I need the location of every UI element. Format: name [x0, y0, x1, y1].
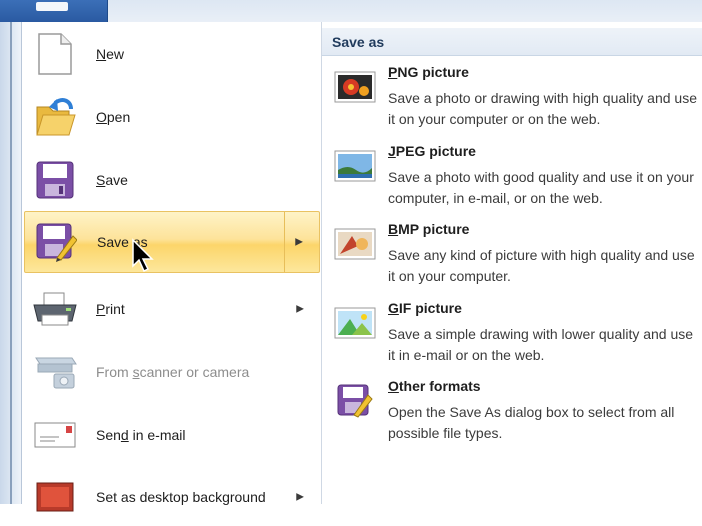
printer-icon [32, 286, 78, 332]
submenu-item-png[interactable]: PNG picture Save a photo or drawing with… [322, 64, 702, 140]
submenu-item-other-formats[interactable]: Other formats Open the Save As dialog bo… [322, 378, 702, 454]
menu-item-label: Save [96, 172, 128, 188]
menu-item-label: New [96, 46, 125, 62]
submenu-item-title: PNG picture [388, 64, 469, 80]
submenu-item-description: Save any kind of picture with high quali… [388, 247, 695, 284]
app-menu-icon [36, 2, 68, 11]
submenu-item-description: Save a simple drawing with lower quality… [388, 326, 694, 363]
submenu-item-description: Save a photo with good quality and use i… [388, 169, 694, 206]
application-menu: New Open Save Save as ▶ Print ▶ From sca… [22, 22, 322, 512]
submenu-item-title: BMP picture [388, 221, 470, 237]
open-folder-icon [32, 94, 78, 140]
email-icon [32, 412, 78, 458]
new-document-icon [32, 31, 78, 77]
application-menu-button[interactable] [0, 0, 108, 22]
menu-item-label: Send in e-mail [96, 427, 186, 443]
png-picture-icon [334, 70, 376, 104]
menu-item-label: Open [96, 109, 131, 125]
submenu-item-title: GIF picture [388, 300, 462, 316]
submenu-item-description: Open the Save As dialog box to select fr… [388, 404, 675, 441]
submenu-item-bmp[interactable]: BMP picture Save any kind of picture wit… [322, 221, 702, 297]
menu-item-set-desktop-background[interactable]: Set as desktop background ▶ [24, 468, 320, 526]
menu-item-save[interactable]: Save [24, 151, 320, 209]
menu-item-from-scanner: From scanner or camera [24, 343, 320, 401]
split-divider [284, 212, 285, 272]
submenu-item-title: JPEG picture [388, 143, 476, 159]
save-as-submenu: Save as PNG picture Save a photo or draw… [322, 22, 702, 504]
submenu-item-gif[interactable]: GIF picture Save a simple drawing with l… [322, 300, 702, 376]
save-as-icon [33, 219, 79, 265]
jpeg-picture-icon [334, 149, 376, 183]
bmp-picture-icon [334, 227, 376, 261]
menu-item-send-email[interactable]: Send in e-mail [24, 406, 320, 464]
menu-item-open[interactable]: Open [24, 88, 320, 146]
menu-item-save-as[interactable]: Save as ▶ [24, 211, 320, 273]
scanner-icon [32, 349, 78, 395]
submenu-arrow-icon[interactable]: ▶ [295, 237, 303, 248]
submenu-item-title: Other formats [388, 378, 481, 394]
gif-picture-icon [334, 306, 376, 340]
mouse-cursor-icon [132, 238, 154, 273]
menu-item-label: From scanner or camera [96, 364, 250, 380]
submenu-item-jpeg[interactable]: JPEG picture Save a photo with good qual… [322, 143, 702, 219]
other-formats-icon [334, 384, 376, 418]
floppy-disk-icon [32, 157, 78, 203]
menu-item-label: Print [96, 301, 125, 317]
menu-item-label: Set as desktop background [96, 489, 266, 505]
window-left-border [10, 22, 12, 504]
submenu-arrow-icon[interactable]: ▶ [296, 304, 304, 315]
submenu-item-description: Save a photo or drawing with high qualit… [388, 90, 697, 127]
submenu-arrow-icon[interactable]: ▶ [296, 492, 304, 503]
desktop-icon [32, 474, 78, 520]
menu-item-new[interactable]: New [24, 25, 320, 83]
menu-item-print[interactable]: Print ▶ [24, 280, 320, 338]
submenu-title: Save as [322, 28, 702, 56]
